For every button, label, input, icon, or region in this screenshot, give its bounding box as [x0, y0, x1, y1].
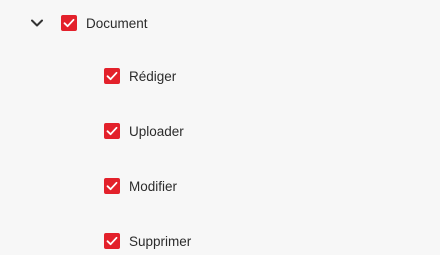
tree-node-document[interactable]: Document: [30, 9, 148, 37]
chevron-down-icon[interactable]: [30, 16, 44, 30]
uploader-label: Uploader: [129, 123, 184, 139]
tree-node-supprimer[interactable]: Supprimer: [104, 227, 191, 255]
permissions-tree: Document Rédiger Uploader Modifier Suppr…: [0, 0, 440, 255]
uploader-checkbox[interactable]: [104, 123, 120, 139]
tree-node-rediger[interactable]: Rédiger: [104, 62, 176, 90]
supprimer-checkbox[interactable]: [104, 233, 120, 249]
rediger-label: Rédiger: [129, 68, 177, 84]
tree-node-modifier[interactable]: Modifier: [104, 172, 177, 200]
supprimer-label: Supprimer: [129, 233, 192, 249]
tree-node-uploader[interactable]: Uploader: [104, 117, 184, 145]
rediger-checkbox[interactable]: [104, 68, 120, 84]
modifier-label: Modifier: [129, 178, 178, 194]
modifier-checkbox[interactable]: [104, 178, 120, 194]
document-label: Document: [86, 15, 148, 31]
document-checkbox[interactable]: [61, 15, 77, 31]
